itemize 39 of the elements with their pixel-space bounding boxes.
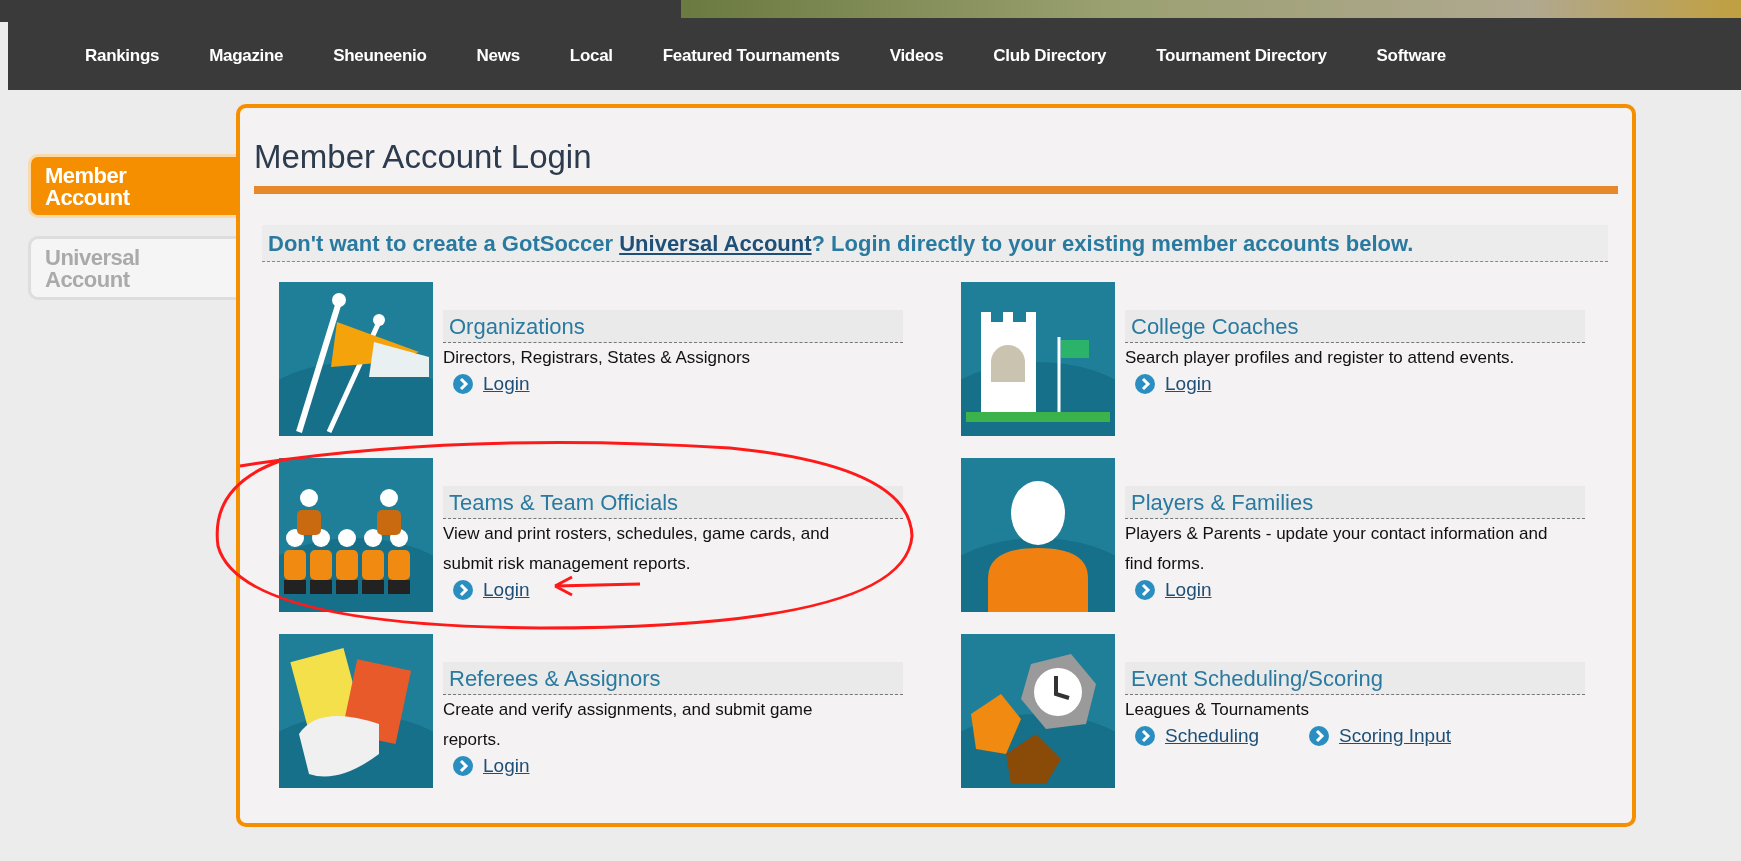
nav-link[interactable]: Tournament Directory <box>1131 46 1352 66</box>
card-description: Create and verify assignments, and submit game reports. <box>443 699 814 751</box>
card-heading: Organizations <box>443 310 903 343</box>
nav-link[interactable]: Club Directory <box>968 46 1132 66</box>
login-link[interactable]: Login <box>1165 373 1212 395</box>
chevron-right-icon <box>1135 374 1155 394</box>
notice-text: Don't want to create a GotSoccer Universal Account? Login directly to your existing member accounts below. <box>262 225 1608 262</box>
nav-link[interactable]: News <box>451 46 545 66</box>
chevron-right-icon <box>1135 580 1155 600</box>
card-description: View and print rosters, schedules, game cards, and submit risk management reports. <box>443 523 831 575</box>
login-link[interactable]: Scoring Input <box>1339 725 1451 747</box>
login-link[interactable]: Login <box>1165 579 1212 601</box>
card-heading: Referees & Assignors <box>443 662 903 695</box>
card-description: Search player profiles and register to attend events. <box>1125 347 1516 369</box>
chevron-right-icon <box>453 580 473 600</box>
card-heading: Teams & Team Officials <box>443 486 903 519</box>
chevron-right-icon <box>1135 726 1155 746</box>
page-title: Member Account Login <box>254 138 1618 194</box>
universal-account-link[interactable]: Universal Account <box>619 231 812 256</box>
card-description: Directors, Registrars, States & Assignors <box>443 347 752 369</box>
card-heading: Event Scheduling/Scoring <box>1125 662 1585 695</box>
nav-link[interactable]: Sheuneenio <box>308 46 452 66</box>
nav-link[interactable]: Magazine <box>184 46 309 66</box>
card-heading: Players & Families <box>1125 486 1585 519</box>
nav-link[interactable]: Rankings <box>60 46 185 66</box>
nav-link[interactable]: Featured Tournaments <box>637 46 865 66</box>
nav-link[interactable]: Local <box>544 46 638 66</box>
chevron-right-icon <box>453 756 473 776</box>
nav-link[interactable]: Software <box>1351 46 1471 66</box>
login-link[interactable]: Login <box>483 373 530 395</box>
login-link[interactable]: Scheduling <box>1165 725 1260 747</box>
card-description: Leagues & Tournaments <box>1125 699 1310 721</box>
login-link[interactable]: Login <box>483 755 530 777</box>
chevron-right-icon <box>453 374 473 394</box>
nav-link[interactable]: Videos <box>864 46 969 66</box>
card-description: Players & Parents - update your contact information and find forms. <box>1125 523 1549 575</box>
chevron-right-icon <box>1309 726 1330 746</box>
card-heading: College Coaches <box>1125 310 1585 343</box>
login-link[interactable]: Login <box>483 579 530 601</box>
